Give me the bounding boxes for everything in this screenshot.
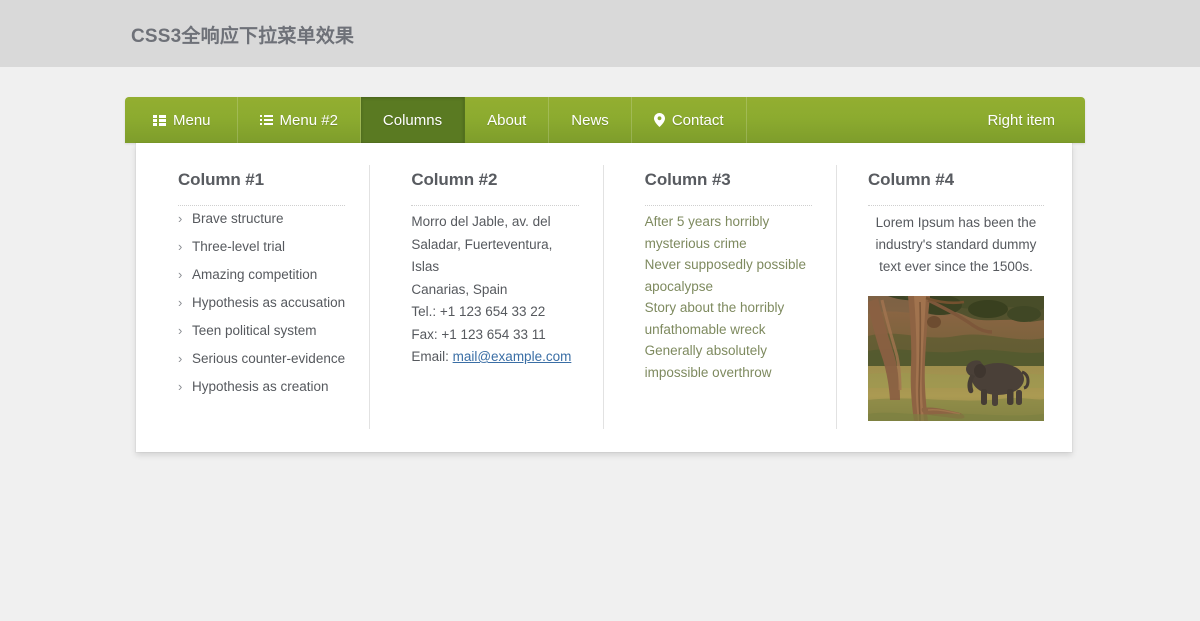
page-header: CSS3全响应下拉菜单效果	[0, 0, 1200, 67]
chevron-right-icon: ›	[178, 379, 183, 394]
dropdown-column-1: Column #1 › Brave structure › Three-leve…	[136, 143, 369, 452]
nav-item-label: Contact	[671, 111, 724, 129]
list-item[interactable]: apocalypse	[645, 276, 812, 298]
list-item[interactable]: › Hypothesis as creation	[178, 379, 345, 394]
th-list-icon	[153, 114, 166, 126]
column-3-link-list: After 5 years horribly mysterious crime …	[645, 211, 812, 383]
list-item[interactable]: Generally absolutely	[645, 340, 812, 362]
list-item[interactable]: › Three-level trial	[178, 239, 345, 254]
list-item-label: Amazing competition	[192, 267, 318, 282]
list-item[interactable]: › Teen political system	[178, 323, 345, 338]
nav-item-label: Columns	[382, 111, 443, 129]
list-item-label: Brave structure	[192, 211, 284, 226]
address-line-2: Saladar, Fuerteventura, Islas	[411, 236, 553, 275]
promo-text: Lorem Ipsum has been the industry's stan…	[875, 215, 1037, 274]
nav-item-news[interactable]: News	[549, 97, 632, 143]
nav-item-label: Menu #2	[279, 111, 338, 129]
list-item-label: Hypothesis as creation	[192, 379, 329, 394]
column-1-link-list: › Brave structure › Three-level trial › …	[178, 211, 345, 394]
nav-item-label: About	[487, 111, 527, 129]
map-pin-icon	[653, 113, 665, 127]
dropdown-column-4: Column #4 Lorem Ipsum has been the indus…	[835, 143, 1072, 452]
column-title-rule	[867, 205, 1044, 206]
nav-item-about[interactable]: About	[465, 97, 550, 143]
list-item[interactable]: unfathomable wreck	[645, 319, 812, 341]
chevron-right-icon: ›	[178, 211, 183, 226]
list-item-label: Serious counter-evidence	[192, 351, 346, 366]
nav-item-label: Menu	[173, 111, 211, 129]
telephone-line: Tel.: +1 123 654 33 22	[411, 304, 546, 319]
nav-item-right-item[interactable]: Right item	[965, 97, 1085, 143]
email-link[interactable]: mail@example.com	[453, 349, 572, 364]
column-title-rule	[644, 205, 812, 206]
list-item-label: Hypothesis as accusation	[192, 295, 346, 310]
list-ul-icon	[259, 114, 273, 126]
chevron-right-icon: ›	[178, 323, 183, 338]
column-title: Column #1	[178, 170, 265, 189]
main-navigation: Menu Menu #2 Columns About News Contact …	[125, 97, 1085, 143]
column-title: Column #2	[411, 170, 498, 189]
address-line-3: Canarias, Spain	[411, 281, 508, 297]
chevron-right-icon: ›	[178, 239, 183, 254]
column-title: Column #4	[867, 170, 954, 189]
nav-item-label: Right item	[987, 111, 1055, 129]
contact-address-block: Morro del Jable, av. del Saladar, Fuerte…	[411, 211, 578, 369]
list-item[interactable]: impossible overthrow	[645, 362, 812, 384]
columns-dropdown-panel: Column #1 › Brave structure › Three-leve…	[136, 143, 1072, 452]
fax-line: Fax: +1 123 654 33 11	[411, 326, 546, 342]
address-line-1: Morro del Jable, av. del	[411, 214, 551, 229]
chevron-right-icon: ›	[178, 267, 183, 282]
dropdown-column-3: Column #3 After 5 years horribly mysteri…	[602, 143, 836, 452]
list-item[interactable]: › Brave structure	[178, 211, 345, 226]
list-item[interactable]: Story about the horribly	[645, 297, 812, 319]
list-item-label: Three-level trial	[192, 239, 286, 254]
nav-item-label: News	[571, 111, 609, 129]
list-item[interactable]: › Hypothesis as accusation	[178, 295, 345, 310]
list-item[interactable]: After 5 years horribly	[645, 211, 812, 233]
elephant-photo	[867, 296, 1044, 421]
column-title-rule	[178, 205, 346, 206]
nav-item-menu-2[interactable]: Menu #2	[238, 97, 361, 143]
list-item[interactable]: Never supposedly possible	[645, 254, 812, 276]
column-title: Column #3	[644, 170, 731, 189]
nav-item-columns[interactable]: Columns	[360, 97, 466, 143]
list-item[interactable]: mysterious crime	[645, 233, 812, 255]
email-label: Email:	[411, 349, 453, 364]
list-item[interactable]: › Serious counter-evidence	[178, 351, 345, 366]
list-item-label: Teen political system	[192, 323, 317, 338]
chevron-right-icon: ›	[178, 351, 183, 366]
nav-item-menu[interactable]: Menu	[125, 97, 238, 143]
dropdown-column-2: Column #2 Morro del Jable, av. del Salad…	[369, 143, 602, 452]
list-item[interactable]: › Amazing competition	[178, 267, 345, 282]
column-title-rule	[411, 205, 579, 206]
chevron-right-icon: ›	[178, 295, 183, 310]
page-title: CSS3全响应下拉菜单效果	[131, 26, 355, 47]
nav-item-contact[interactable]: Contact	[632, 97, 747, 143]
